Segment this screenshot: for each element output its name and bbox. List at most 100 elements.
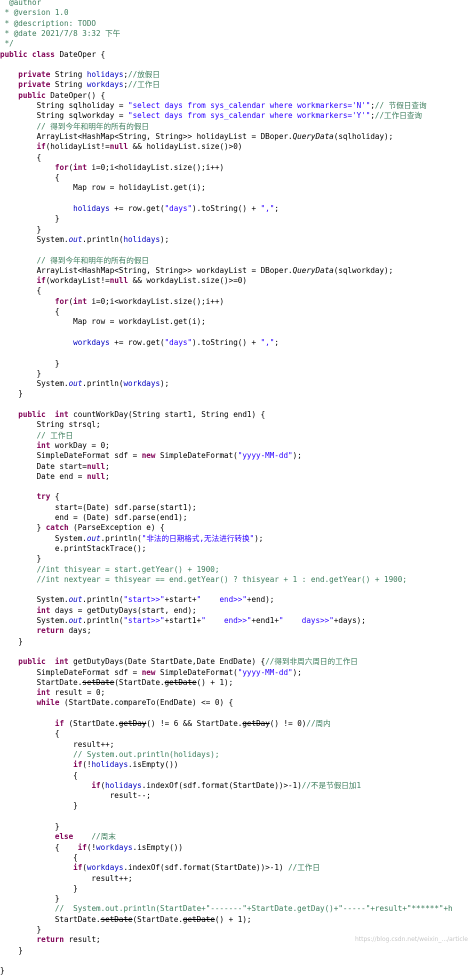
code-token: .indexOf(sdf.format(StartDate))>-1) — [123, 863, 289, 873]
code-line: } — [0, 554, 474, 564]
code-token: System. — [0, 533, 87, 543]
code-token: */ — [0, 39, 14, 49]
code-token: private — [18, 80, 51, 90]
code-token: System. — [0, 379, 69, 389]
code-token: (sqlworkday); — [333, 265, 394, 275]
code-token: "select days from sys_calendar where wor… — [128, 111, 371, 121]
code-line: int workDay = 0; — [0, 441, 474, 451]
code-token: out — [68, 595, 83, 605]
code-token: "," — [260, 337, 275, 347]
code-token: out — [86, 533, 101, 543]
code-token: StartDate. — [0, 914, 101, 924]
code-line: Map row = workdayList.get(i); — [0, 317, 474, 327]
code-line: Date start=null; — [0, 462, 474, 472]
code-token: (StartDate. — [114, 677, 165, 687]
code-token: return — [36, 626, 65, 636]
code-token: { — [50, 492, 60, 502]
code-token: // 得到今年和明年的所有的假日 — [36, 121, 150, 131]
code-token: // 节假日查询 — [374, 101, 427, 110]
code-token: int — [36, 688, 51, 698]
code-token: Map row = holidayList.get(i); — [0, 183, 206, 193]
code-line: Date end = null; — [0, 472, 474, 482]
code-token: catch — [45, 523, 69, 533]
code-line: } catch (ParseException e) { — [0, 523, 474, 533]
code-token: for — [54, 296, 69, 306]
code-token: (StartDate. — [64, 719, 119, 728]
code-token: String — [50, 80, 87, 90]
code-token: .println( — [100, 533, 142, 543]
code-token: null — [109, 276, 129, 286]
code-token: if — [36, 142, 46, 152]
code-token: new — [141, 667, 156, 677]
code-token: // System.out.println(StartDate+"-------… — [54, 904, 453, 914]
code-token: .indexOf(sdf.format(StartDate))>-1) — [141, 780, 302, 790]
code-token: QueryData — [292, 131, 334, 141]
code-token: holidays — [91, 760, 129, 770]
code-token: } — [0, 358, 60, 368]
code-token: .println( — [82, 234, 124, 244]
code-line: Map row = holidayList.get(i); — [0, 183, 474, 193]
code-token: { — [0, 729, 60, 739]
code-line: { — [0, 286, 474, 296]
code-line: // 工作日 — [0, 431, 474, 441]
code-line: if(workdayList!=null && workdayList.size… — [0, 276, 474, 286]
code-token: (holidayList!= — [45, 142, 110, 152]
code-token: { — [0, 852, 78, 862]
code-line: { — [0, 307, 474, 317]
code-token: workdays — [123, 379, 161, 389]
code-line: * @version 1.0 — [0, 8, 474, 18]
code-token: days = getDutyDays(start, end); — [50, 605, 197, 615]
code-token: } — [0, 801, 78, 811]
code-line: SimpleDateFormat sdf = new SimpleDateFor… — [0, 668, 474, 678]
code-line: System.out.println(workdays); — [0, 379, 474, 389]
code-line: * @description: TODO — [0, 19, 474, 29]
code-token: null — [109, 142, 129, 152]
watermark: https://blog.csdn.net/weixin_.../article — [354, 936, 468, 943]
code-token: } — [0, 554, 42, 564]
code-token: () != 0) — [269, 719, 307, 728]
code-line: result--; — [0, 791, 474, 801]
code-token: } — [0, 636, 23, 646]
code-token: " end>>" — [196, 595, 247, 605]
code-token: SimpleDateFormat sdf = — [0, 451, 142, 461]
code-token: ArrayList<HashMap<String, String>> workd… — [0, 265, 293, 275]
code-token: } — [0, 368, 42, 378]
code-token: Date start= — [0, 461, 87, 471]
code-line: StartDate.setDate(StartDate.getDate() + … — [0, 915, 474, 925]
code-editor[interactable]: @author * @version 1.0 * @description: T… — [0, 0, 474, 975]
code-line: String sqlworkday = "select days from sy… — [0, 111, 474, 121]
code-token: result++; — [0, 739, 115, 749]
code-token: { — [0, 770, 78, 780]
code-token: } — [0, 822, 60, 831]
code-line: } — [0, 894, 474, 904]
code-token: //int thisyear = start.getYear() + 1900; — [36, 564, 220, 574]
code-token: SimpleDateFormat sdf = — [0, 667, 142, 677]
code-line: SimpleDateFormat sdf = new SimpleDateFor… — [0, 451, 474, 461]
code-token: +days); — [333, 616, 366, 625]
code-token: out — [68, 616, 83, 625]
code-token: DateOper() { — [45, 90, 106, 100]
code-line: if(holidayList!=null && holidayList.size… — [0, 142, 474, 152]
code-token: (! — [86, 842, 97, 852]
code-line: else //周末 — [0, 832, 474, 842]
code-token: "start>>" — [123, 595, 165, 605]
code-token: int — [54, 657, 69, 667]
code-token: { — [0, 152, 42, 162]
code-token: int — [36, 440, 51, 450]
code-token: e.printStackTrace(); — [0, 543, 147, 553]
code-token: workdays — [73, 337, 110, 347]
code-token: .println( — [82, 595, 124, 605]
code-token: } — [0, 966, 5, 976]
code-line: // System.out.println(holidays); — [0, 750, 474, 760]
